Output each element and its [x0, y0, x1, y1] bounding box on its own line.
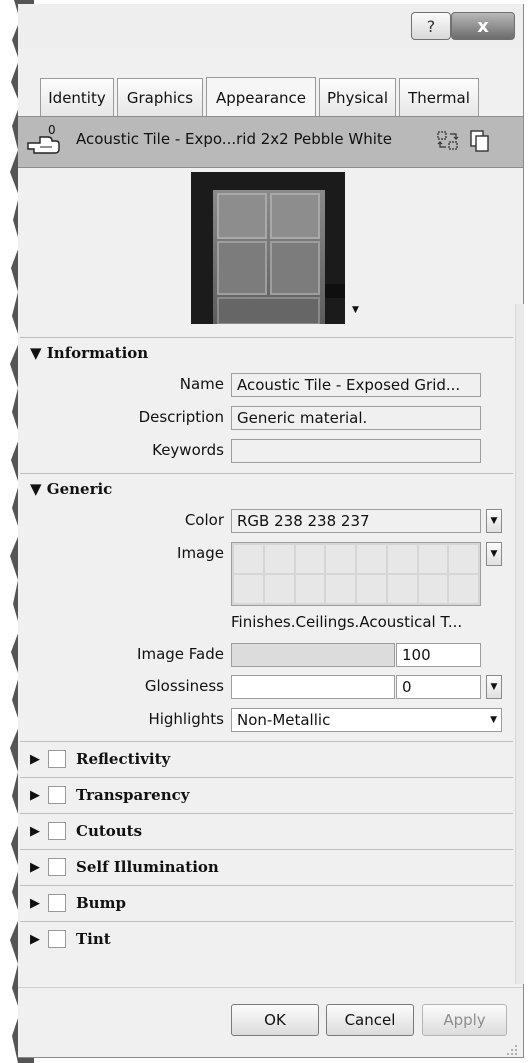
section-divider — [20, 777, 513, 778]
section-divider — [20, 741, 513, 742]
transparency-section-title: Transparency — [76, 786, 190, 804]
cutouts-checkbox[interactable] — [48, 822, 66, 840]
title-bar: ? x — [18, 4, 523, 48]
name-field[interactable]: Acoustic Tile - Exposed Grid... — [231, 373, 481, 397]
keywords-label: Keywords — [152, 441, 224, 459]
cutouts-section-title: Cutouts — [76, 822, 143, 840]
glossiness-label: Glossiness — [144, 677, 224, 695]
preview-options-dropdown-icon[interactable]: ▼ — [352, 305, 359, 315]
tab-thermal[interactable]: Thermal — [399, 78, 479, 116]
section-divider — [20, 813, 513, 814]
asset-name: Acoustic Tile - Expo...rid 2x2 Pebble Wh… — [76, 130, 393, 148]
color-field[interactable]: RGB 238 238 237 — [231, 509, 481, 533]
section-divider — [20, 885, 513, 886]
image-label: Image — [177, 544, 224, 562]
tint-checkbox[interactable] — [48, 930, 66, 948]
image-dropdown-button[interactable]: ▼ — [486, 542, 502, 566]
generic-section-title: Generic — [46, 480, 113, 498]
cancel-button[interactable]: Cancel — [326, 1004, 414, 1036]
collapsed-triangle-icon: ▶ — [30, 787, 40, 803]
collapsed-triangle-icon: ▶ — [30, 823, 40, 839]
self-illumination-section-header[interactable]: ▶ Self Illumination — [30, 855, 219, 879]
cutouts-section-header[interactable]: ▶ Cutouts — [30, 819, 142, 843]
chevron-down-icon: ▼ — [490, 715, 497, 725]
apply-button[interactable]: Apply — [422, 1004, 507, 1036]
resize-grip-icon[interactable] — [504, 1042, 518, 1056]
glossiness-value[interactable]: 0 — [396, 675, 481, 699]
collapsed-triangle-icon: ▶ — [30, 895, 40, 911]
reflectivity-section-title: Reflectivity — [76, 750, 171, 768]
color-dropdown-button[interactable]: ▼ — [486, 509, 502, 533]
image-file-caption: Finishes.Ceilings.Acoustical T... — [231, 613, 463, 631]
collapsed-triangle-icon: ▶ — [30, 859, 40, 875]
material-preview-thumbnail[interactable] — [191, 172, 345, 324]
material-editor-panel: ? x Identity Graphics Appearance Physica… — [18, 4, 524, 1058]
description-label: Description — [138, 408, 224, 426]
tab-appearance[interactable]: Appearance — [206, 77, 316, 117]
section-divider — [20, 337, 513, 338]
tint-section-header[interactable]: ▶ Tint — [30, 927, 111, 951]
section-divider — [20, 473, 513, 474]
section-divider — [20, 849, 513, 850]
footer-divider — [18, 987, 523, 988]
expanded-triangle-icon: ▼ — [30, 480, 42, 498]
collapsed-triangle-icon: ▶ — [30, 751, 40, 767]
help-button[interactable]: ? — [411, 12, 451, 40]
image-fade-value[interactable]: 100 — [396, 643, 481, 667]
image-texture-thumbnail[interactable] — [231, 542, 481, 606]
highlights-selected-value: Non-Metallic — [237, 711, 331, 729]
asset-header: 0 Acoustic Tile - Expo...rid 2x2 Pebble … — [18, 116, 523, 168]
name-label: Name — [179, 375, 224, 393]
tab-graphics[interactable]: Graphics — [117, 78, 203, 116]
information-section-header[interactable]: ▼ Information — [30, 344, 148, 362]
image-fade-slider[interactable] — [231, 643, 395, 667]
ok-button[interactable]: OK — [231, 1004, 319, 1036]
keywords-field[interactable] — [231, 439, 481, 463]
bump-checkbox[interactable] — [48, 894, 66, 912]
tab-identity[interactable]: Identity — [40, 78, 114, 116]
collapsed-triangle-icon: ▶ — [30, 931, 40, 947]
color-label: Color — [184, 511, 224, 529]
tab-physical[interactable]: Physical — [319, 78, 396, 116]
highlights-select[interactable]: Non-Metallic ▼ — [231, 708, 502, 732]
bump-section-header[interactable]: ▶ Bump — [30, 891, 126, 915]
highlights-label: Highlights — [148, 710, 224, 728]
glossiness-dropdown-button[interactable]: ▼ — [486, 675, 502, 699]
reflectivity-section-header[interactable]: ▶ Reflectivity — [30, 747, 170, 771]
close-button[interactable]: x — [451, 12, 515, 40]
reflectivity-checkbox[interactable] — [48, 750, 66, 768]
hand-pointer-icon — [27, 136, 60, 154]
transparency-checkbox[interactable] — [48, 786, 66, 804]
duplicate-asset-icon[interactable] — [468, 129, 492, 153]
tint-section-title: Tint — [76, 930, 111, 948]
replace-asset-icon[interactable] — [436, 129, 460, 153]
self-illumination-section-title: Self Illumination — [76, 858, 219, 876]
generic-section-header[interactable]: ▼ Generic — [30, 480, 112, 498]
self-illumination-checkbox[interactable] — [48, 858, 66, 876]
image-fade-label: Image Fade — [137, 645, 224, 663]
asset-user-count: 0 — [48, 123, 56, 137]
description-field[interactable]: Generic material. — [231, 406, 481, 430]
glossiness-slider[interactable] — [231, 675, 395, 699]
bump-section-title: Bump — [76, 894, 126, 912]
transparency-section-header[interactable]: ▶ Transparency — [30, 783, 189, 807]
expanded-triangle-icon: ▼ — [30, 344, 42, 362]
section-divider — [20, 921, 513, 922]
vertical-scrollbar[interactable] — [515, 304, 524, 984]
information-section-title: Information — [46, 344, 149, 362]
